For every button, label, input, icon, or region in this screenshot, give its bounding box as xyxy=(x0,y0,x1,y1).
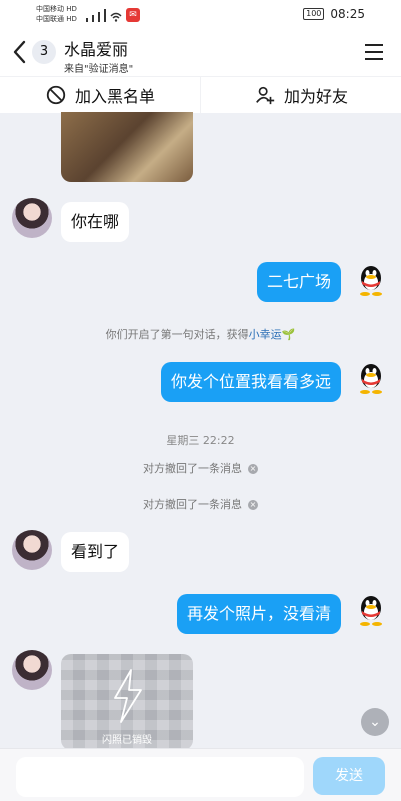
flash-photo-message[interactable]: 闪照已销毁 xyxy=(61,654,193,748)
signal-icon xyxy=(104,9,106,22)
clock: 08:25 xyxy=(330,7,365,21)
timestamp: 星期三 22:22 xyxy=(166,434,235,447)
qq-penguin-avatar-icon[interactable] xyxy=(353,360,389,396)
add-to-blacklist-button[interactable]: 加入黑名单 xyxy=(0,77,200,113)
flash-photo-label: 闪照已销毁 xyxy=(102,735,152,746)
message-bubble-right[interactable]: 你发个位置我看看多远 xyxy=(160,362,341,402)
message-bubble-left[interactable]: 看到了 xyxy=(61,532,130,572)
recall-notice-text: 对方撤回了一条消息 xyxy=(143,498,242,511)
back-button[interactable] xyxy=(8,38,32,66)
scroll-to-bottom-button[interactable]: ⌄ xyxy=(361,708,389,736)
message-bubble-left[interactable]: 你在哪 xyxy=(61,202,130,242)
message-bubble-right[interactable]: 二七广场 xyxy=(256,262,341,302)
add-friend-label: 加为好友 xyxy=(283,87,348,106)
signal-icon xyxy=(98,12,100,22)
qq-penguin-avatar-icon[interactable] xyxy=(353,262,389,298)
stranger-actions-bar: 加入黑名单 加为好友 xyxy=(0,76,401,113)
send-button[interactable]: 发送 xyxy=(313,757,385,795)
notification-badge-icon: ✉ xyxy=(126,8,140,22)
unread-count-badge: 3 xyxy=(32,40,56,64)
system-notice-text: 你们开启了第一句对话，获得 xyxy=(105,328,249,341)
signal-icon xyxy=(86,18,88,22)
signal-icon xyxy=(92,15,94,22)
status-bar: 中国移动 HD 中国联通 HD ✉ 100 08:25 xyxy=(0,0,401,30)
add-user-icon xyxy=(256,86,275,105)
chat-title: 水晶爱丽 xyxy=(64,40,129,59)
system-notice: 你们开启了第一句对话，获得小幸运🌱 xyxy=(0,326,401,342)
close-icon: × xyxy=(248,464,258,474)
menu-icon xyxy=(365,44,383,46)
recall-notice: 对方撤回了一条消息 × xyxy=(0,496,401,512)
status-right: 100 08:25 xyxy=(303,7,365,21)
sprout-icon: 🌱 xyxy=(281,328,296,341)
avatar[interactable] xyxy=(12,198,52,238)
image-message-photo[interactable] xyxy=(61,112,193,182)
qq-penguin-avatar-icon[interactable] xyxy=(353,592,389,628)
chevron-down-icon: ⌄ xyxy=(369,714,381,730)
wifi-icon xyxy=(110,12,122,22)
carrier-2: 中国联通 xyxy=(36,15,64,23)
lightning-icon xyxy=(114,669,142,723)
menu-icon xyxy=(365,58,383,60)
avatar[interactable] xyxy=(12,530,52,570)
carrier-info: 中国移动 HD 中国联通 HD xyxy=(36,4,77,24)
chevron-left-icon xyxy=(13,40,26,64)
menu-icon xyxy=(365,51,383,53)
hd-badge-1: HD xyxy=(66,5,77,13)
lucky-link[interactable]: 小幸运 xyxy=(249,328,282,341)
blacklist-label: 加入黑名单 xyxy=(74,87,155,106)
signal-icons: ✉ xyxy=(86,8,140,22)
message-list[interactable]: 你在哪 二七广场 你们开启了第一句对话，获得小幸运🌱 你发个位置我看看多远 星期… xyxy=(0,112,401,748)
message-input[interactable] xyxy=(16,757,304,797)
message-bubble-right[interactable]: 再发个照片，没看清 xyxy=(176,594,341,634)
hd-badge-2: HD xyxy=(66,15,77,23)
chat-subtitle: 来自"验证消息" xyxy=(64,64,134,75)
close-icon: × xyxy=(248,500,258,510)
input-bar: 发送 xyxy=(0,748,401,801)
recall-notice-text: 对方撤回了一条消息 xyxy=(143,462,242,475)
add-friend-button[interactable]: 加为好友 xyxy=(200,77,401,113)
menu-button[interactable] xyxy=(365,44,383,60)
recall-notice: 对方撤回了一条消息 × xyxy=(0,460,401,476)
battery-icon: 100 xyxy=(303,8,325,20)
carrier-1: 中国移动 xyxy=(36,5,64,13)
avatar[interactable] xyxy=(12,650,52,690)
block-icon xyxy=(46,85,66,105)
chat-header: 3 水晶爱丽 来自"验证消息" xyxy=(0,30,401,76)
